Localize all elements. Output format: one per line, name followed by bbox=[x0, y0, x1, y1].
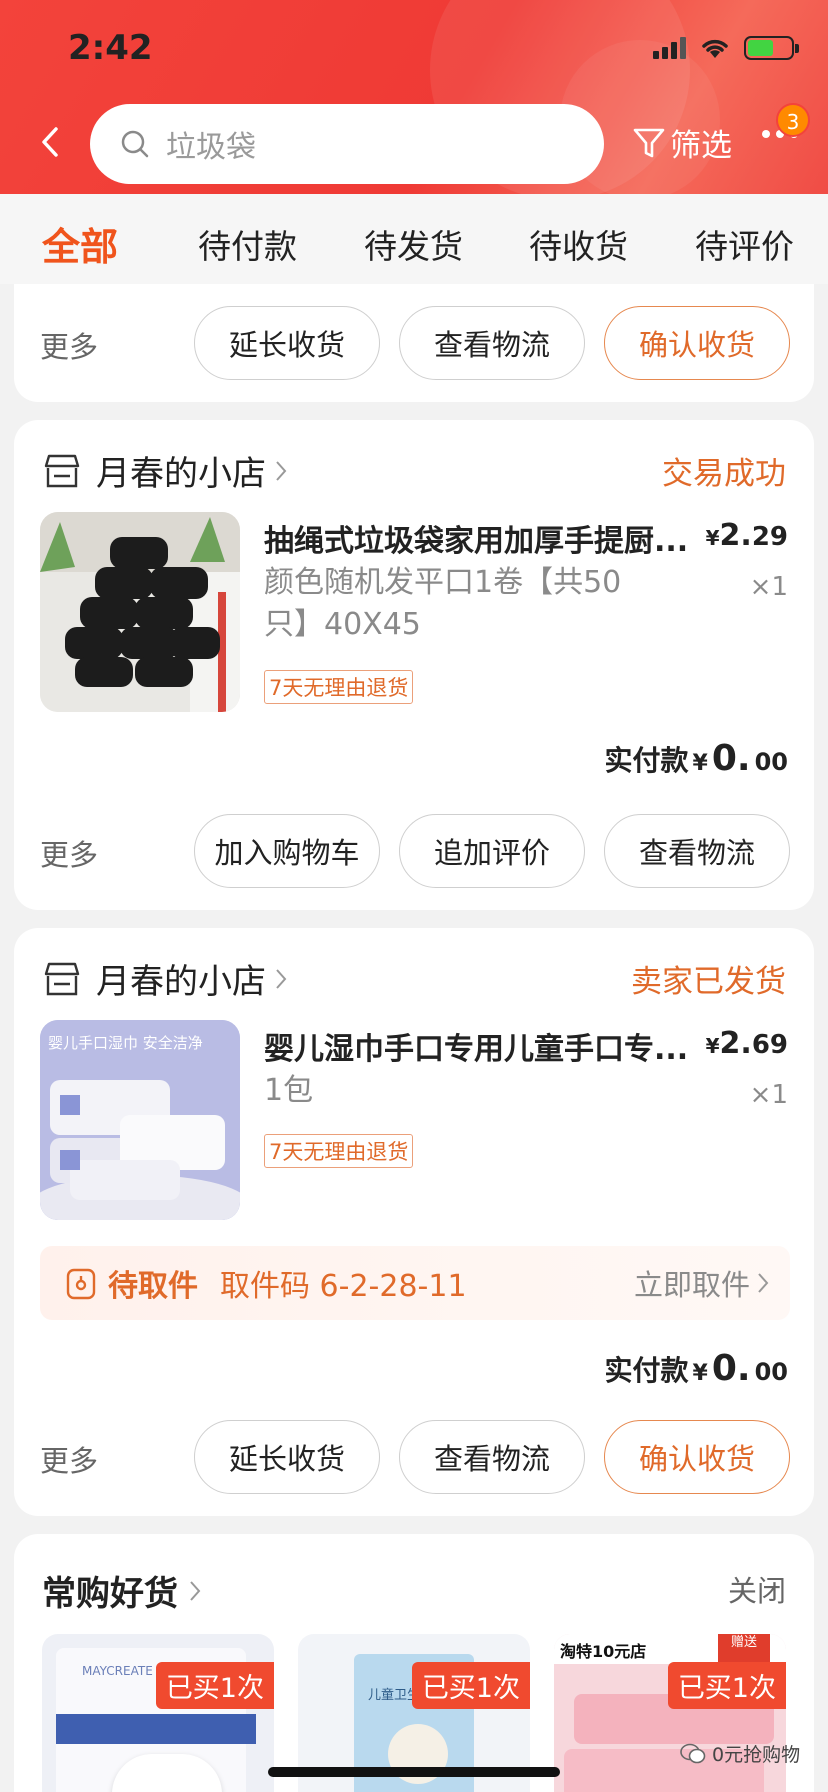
product-image[interactable]: 婴儿手口湿巾 安全洁净 bbox=[40, 1020, 240, 1220]
search-placeholder: 垃圾袋 bbox=[166, 130, 256, 165]
confirm-receipt-button[interactable]: 确认收货 bbox=[604, 1420, 790, 1494]
shop-link[interactable]: 月春的小店 bbox=[42, 446, 288, 495]
back-button[interactable] bbox=[30, 118, 70, 166]
add-to-cart-button[interactable]: 加入购物车 bbox=[194, 814, 380, 888]
chevron-left-icon bbox=[42, 127, 58, 157]
filter-icon bbox=[633, 128, 665, 157]
filter-button[interactable]: 筛选 bbox=[632, 120, 732, 165]
notification-badge: 3 bbox=[776, 103, 810, 137]
return-policy-tag: 7天无理由退货 bbox=[264, 670, 414, 704]
confirm-receipt-button[interactable]: 确认收货 bbox=[604, 306, 790, 380]
product-qty: ×1 bbox=[749, 572, 788, 602]
extend-receipt-button[interactable]: 延长收货 bbox=[194, 306, 380, 380]
search-input[interactable]: 垃圾袋 bbox=[90, 104, 604, 184]
recommend-item[interactable]: MAYCREATE 已买1次 bbox=[42, 1634, 274, 1792]
view-logistics-button[interactable]: 查看物流 bbox=[399, 306, 585, 380]
view-logistics-button[interactable]: 查看物流 bbox=[399, 1420, 585, 1494]
chevron-right-icon bbox=[276, 968, 287, 989]
more-link[interactable]: 更多 bbox=[40, 832, 98, 874]
tab-pending-review[interactable]: 待评价 bbox=[695, 220, 794, 268]
add-review-button[interactable]: 追加评价 bbox=[399, 814, 585, 888]
wechat-icon bbox=[680, 1743, 706, 1763]
bought-badge: 已买1次 bbox=[667, 1662, 786, 1709]
store-icon bbox=[44, 962, 80, 995]
search-icon bbox=[121, 130, 149, 158]
item-brand: 淘特10元店 bbox=[560, 1642, 647, 1661]
tab-pending-shipment[interactable]: 待发货 bbox=[364, 220, 463, 268]
more-link[interactable]: 更多 bbox=[40, 1438, 98, 1480]
package-icon bbox=[66, 1268, 96, 1300]
item-brand: MAYCREATE bbox=[82, 1664, 153, 1678]
view-logistics-button[interactable]: 查看物流 bbox=[604, 814, 790, 888]
more-link[interactable]: 更多 bbox=[40, 324, 98, 366]
recommend-title: 常购好货 bbox=[42, 1574, 178, 1614]
recommend-item[interactable]: 淘特10元店 赠送 已买1次 bbox=[554, 1634, 786, 1792]
garbage-bag-image bbox=[40, 512, 240, 712]
signal-icon bbox=[653, 37, 686, 59]
paid-amount: 实付款 ¥0. 00 bbox=[604, 738, 788, 779]
tab-pending-payment[interactable]: 待付款 bbox=[198, 220, 297, 268]
shop-name: 月春的小店 bbox=[96, 454, 266, 494]
order-status: 卖家已发货 bbox=[631, 964, 786, 1000]
store-icon bbox=[44, 454, 80, 487]
order-tabs: 全部 待付款 待发货 待收货 待评价 bbox=[0, 194, 828, 284]
tab-all[interactable]: 全部 bbox=[42, 216, 118, 271]
chevron-right-icon bbox=[758, 1273, 769, 1293]
shop-link[interactable]: 月春的小店 bbox=[42, 954, 288, 1003]
return-policy-tag: 7天无理由退货 bbox=[264, 1134, 414, 1168]
extend-receipt-button[interactable]: 延长收货 bbox=[194, 1420, 380, 1494]
order-card: 月春的小店 卖家已发货 婴儿手口湿巾 安全洁净 婴儿湿巾手口专用儿童手口专...… bbox=[14, 928, 814, 1516]
product-title[interactable]: 抽绳式垃圾袋家用加厚手提厨... bbox=[264, 516, 704, 560]
chevron-right-icon bbox=[276, 460, 287, 481]
order-status: 交易成功 bbox=[662, 456, 786, 492]
filter-label: 筛选 bbox=[670, 128, 732, 164]
battery-icon bbox=[744, 36, 799, 60]
product-image[interactable] bbox=[40, 512, 240, 712]
order-card-partial: 更多 延长收货 查看物流 确认收货 bbox=[14, 284, 814, 402]
product-spec: 颜色随机发平口1卷【共50只】40X45 bbox=[264, 565, 622, 642]
pickup-status: 待取件 bbox=[108, 1269, 198, 1304]
pickup-banner[interactable]: 待取件 取件码 6-2-28-11 立即取件 bbox=[40, 1246, 790, 1320]
watermark: 0元抢购物 bbox=[680, 1740, 800, 1767]
order-card: 月春的小店 交易成功 抽绳式垃圾袋家用加厚手提厨... ¥2.29 颜色随机发平… bbox=[14, 420, 814, 910]
product-qty: ×1 bbox=[749, 1080, 788, 1110]
status-time: 2:42 bbox=[68, 28, 153, 68]
home-indicator bbox=[268, 1767, 560, 1777]
bought-badge: 已买1次 bbox=[411, 1662, 530, 1709]
thumb-caption: 婴儿手口湿巾 安全洁净 bbox=[48, 1034, 203, 1052]
product-price: ¥2.29 bbox=[705, 518, 788, 553]
product-spec: 1包 bbox=[264, 1073, 314, 1108]
product-price: ¥2.69 bbox=[705, 1026, 788, 1061]
paid-amount: 实付款 ¥0. 00 bbox=[604, 1348, 788, 1389]
pickup-now-link[interactable]: 立即取件 bbox=[634, 1262, 770, 1304]
status-icons bbox=[653, 36, 799, 60]
tab-pending-receipt[interactable]: 待收货 bbox=[529, 220, 628, 268]
app-header: 2:42 垃圾袋 筛选 3 bbox=[0, 0, 828, 194]
recommend-close-button[interactable]: 关闭 bbox=[728, 1568, 786, 1610]
bought-badge: 已买1次 bbox=[155, 1662, 274, 1709]
wifi-icon bbox=[702, 39, 728, 58]
chevron-right-icon bbox=[190, 1580, 201, 1601]
recommend-title-link[interactable]: 常购好货 bbox=[42, 1566, 202, 1615]
product-title[interactable]: 婴儿湿巾手口专用儿童手口专... bbox=[264, 1024, 704, 1068]
pickup-code: 取件码 6-2-28-11 bbox=[220, 1269, 467, 1304]
shop-name: 月春的小店 bbox=[96, 962, 266, 1002]
